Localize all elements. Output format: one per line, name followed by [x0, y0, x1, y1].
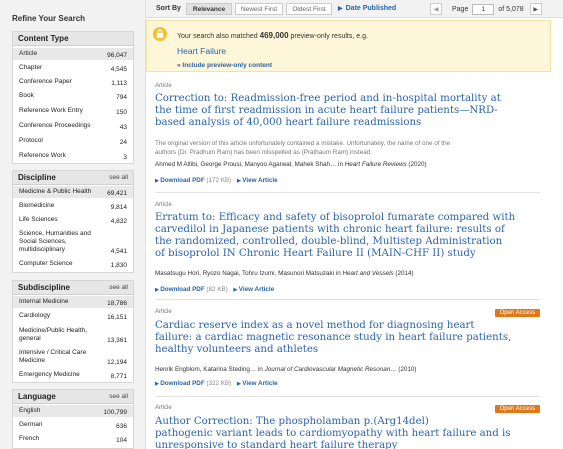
facet-item[interactable]: Article 96,047 [13, 48, 133, 60]
sort-relevance-button[interactable]: Relevance [186, 3, 232, 15]
sidebar: Refine Your Search Content Type Article 9… [0, 0, 146, 449]
facet-subdiscipline: Subdiscipline see all Internal Medicine 1… [12, 280, 134, 383]
sort-oldest-button[interactable]: Oldest First [286, 3, 332, 15]
pagination: ◀ Page 1 of 5,078 ▶ [430, 3, 542, 15]
result-type: Article [155, 202, 172, 208]
lock-icon [153, 27, 167, 41]
see-all-link[interactable]: see all [109, 174, 128, 181]
view-article-link[interactable]: ▶ View Article [234, 286, 275, 293]
facet-item[interactable]: Biomedicine 9,814 [13, 200, 133, 212]
result-type: Article [155, 83, 172, 89]
notice-example-link[interactable]: Heart Failure [177, 46, 226, 56]
facet-item[interactable]: Science, Humanities and Social Sciences,… [13, 228, 133, 256]
facet-item[interactable]: Reference Work 3 [13, 150, 133, 162]
facet-title: Content Type [18, 34, 69, 43]
facet-item[interactable]: Life Sciences 4,832 [13, 214, 133, 226]
result-authors: Masatsugu Hori, Ryozo Nagai, Tohru Izumi… [155, 270, 414, 277]
result-title-link[interactable]: Author Correction: The phospholamban p.(… [155, 416, 510, 449]
sort-bar: Sort By Relevance Newest First Oldest Fi… [146, 0, 563, 18]
facet-title: Language [18, 392, 56, 401]
result-title-link[interactable]: Cardiac reserve index as a novel method … [155, 320, 511, 356]
result-journal-link[interactable]: Journal of Cardiovascular Magnetic Reson… [265, 366, 397, 373]
result-snippet: The original version of this article unf… [155, 140, 450, 156]
facet-title: Subdiscipline [18, 283, 71, 292]
download-pdf-link[interactable]: ▶ Download PDF [155, 286, 205, 293]
facet-item[interactable]: Computer Science 1,830 [13, 258, 133, 270]
facet-item[interactable]: Medicine & Public Health 69,421 [13, 186, 133, 198]
facet-item[interactable]: Protocol 24 [13, 135, 133, 147]
prev-page-icon[interactable]: ◀ [430, 3, 442, 15]
preview-notice: Your search also matched 469,000 preview… [146, 20, 551, 72]
sort-label: Sort By [156, 5, 181, 12]
facet-header: Subdiscipline see all [13, 281, 133, 295]
result-actions: ▶ Download PDF (82 KB) ▶ View Article [155, 286, 274, 293]
file-size: (82 KB) [204, 286, 228, 293]
view-article-link[interactable]: ▶ View Article [237, 380, 278, 387]
notice-message: Your search also matched 469,000 preview… [177, 31, 368, 40]
facet-item[interactable]: Book 794 [13, 90, 133, 102]
refine-title: Refine Your Search [12, 14, 86, 23]
facet-item[interactable]: Internal Medicine 18,786 [13, 296, 133, 308]
facet-item[interactable]: French 104 [13, 433, 133, 445]
facet-title: Discipline [18, 173, 56, 182]
facet-language: Language see all English 100,799 German 63… [12, 389, 134, 449]
result-type: Article [155, 405, 172, 411]
facet-discipline: Discipline see all Medicine & Public Hea… [12, 170, 134, 273]
facet-header: Discipline see all [13, 171, 133, 185]
file-size: (172 KB) [204, 177, 232, 184]
include-preview-link[interactable]: » Include preview-only content [177, 62, 272, 69]
sort-newest-button[interactable]: Newest First [235, 3, 283, 15]
result-item: Article Open Access Cardiac reserve inde… [155, 300, 540, 397]
facet-item[interactable]: Conference Paper 1,113 [13, 76, 133, 88]
result-authors: Ahmed M Altibi, George Prousi, Manyoo Ag… [155, 161, 427, 168]
next-page-icon[interactable]: ▶ [529, 3, 542, 15]
facet-content-type: Content Type Article 96,047 Chapter 4,545 … [12, 31, 134, 164]
result-actions: ▶ Download PDF (322 KB) ▶ View Article [155, 380, 278, 387]
facet-item[interactable]: German 636 [13, 419, 133, 431]
see-all-link[interactable]: see all [109, 393, 128, 400]
see-all-link[interactable]: see all [109, 284, 128, 291]
result-actions: ▶ Download PDF (172 KB) ▶ View Article [155, 177, 278, 184]
result-journal-link[interactable]: Heart Failure Reviews [345, 161, 407, 168]
triangle-right-icon: ▶ [338, 6, 343, 12]
result-authors: Henrik Engblom, Katarina Steding… in Jou… [155, 366, 417, 373]
page-label: Page [452, 5, 469, 13]
page-total: of 5,078 [498, 5, 524, 13]
facet-item[interactable]: Emergency Medicine 8,771 [13, 369, 133, 381]
view-article-link[interactable]: ▶ View Article [237, 177, 278, 184]
facet-item[interactable]: Conference Proceedings 43 [13, 120, 133, 132]
result-title-link[interactable]: Correction to: Readmission-free period a… [155, 93, 501, 129]
result-journal-link[interactable]: Heart and Vessels [342, 270, 393, 277]
result-title-link[interactable]: Erratum to: Efficacy and safety of bisop… [155, 212, 515, 260]
sort-date-published[interactable]: ▶ Date Published [338, 5, 396, 12]
facet-item[interactable]: English 100,799 [13, 405, 133, 417]
result-type: Article [155, 309, 172, 315]
facet-item[interactable]: Cardiology 16,151 [13, 310, 133, 322]
result-item: Article Correction to: Readmission-free … [155, 78, 540, 193]
facet-item[interactable]: Reference Work Entry 150 [13, 105, 133, 117]
facet-item[interactable]: Intensive / Critical Care Medicine 12,194 [13, 347, 133, 367]
facet-header: Content Type [13, 32, 133, 46]
download-pdf-link[interactable]: ▶ Download PDF [155, 177, 205, 184]
facet-header: Language see all [13, 390, 133, 404]
facet-item[interactable]: Medicine/Public Health, general 13,361 [13, 325, 133, 345]
open-access-badge: Open Access [494, 405, 540, 413]
file-size: (322 KB) [204, 380, 232, 387]
page-input[interactable]: 1 [472, 3, 495, 15]
result-item: Article Erratum to: Efficacy and safety … [155, 193, 540, 300]
download-pdf-link[interactable]: ▶ Download PDF [155, 380, 205, 387]
result-item: Article Open Access Author Correction: T… [155, 397, 540, 449]
open-access-badge: Open Access [494, 309, 540, 317]
facet-item[interactable]: Chapter 4,545 [13, 62, 133, 74]
